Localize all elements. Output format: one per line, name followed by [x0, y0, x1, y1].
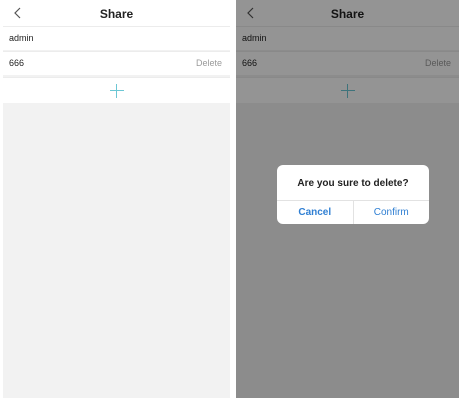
nav-bar: Share: [3, 0, 230, 26]
list-item[interactable]: 666 Delete: [3, 51, 230, 75]
user-label: 666: [9, 58, 25, 68]
delete-button[interactable]: Delete: [196, 58, 222, 68]
add-user-button[interactable]: [3, 77, 230, 103]
page-title: Share: [99, 7, 134, 21]
confirm-button[interactable]: Confirm: [354, 201, 430, 224]
share-screen: Share admin 666 Delete: [3, 0, 230, 398]
cancel-button[interactable]: Cancel: [277, 201, 354, 224]
dialog-message: Are you sure to delete?: [297, 178, 409, 189]
list-item[interactable]: admin: [3, 26, 230, 50]
confirm-delete-dialog: Are you sure to delete? Cancel Confirm: [277, 165, 429, 224]
user-label: admin: [9, 33, 34, 43]
plus-icon: [109, 84, 124, 98]
share-screen-delete-dialog: Share admin 666 Delete Are you sure to d…: [236, 0, 459, 398]
dialog-buttons: Cancel Confirm: [277, 200, 429, 224]
